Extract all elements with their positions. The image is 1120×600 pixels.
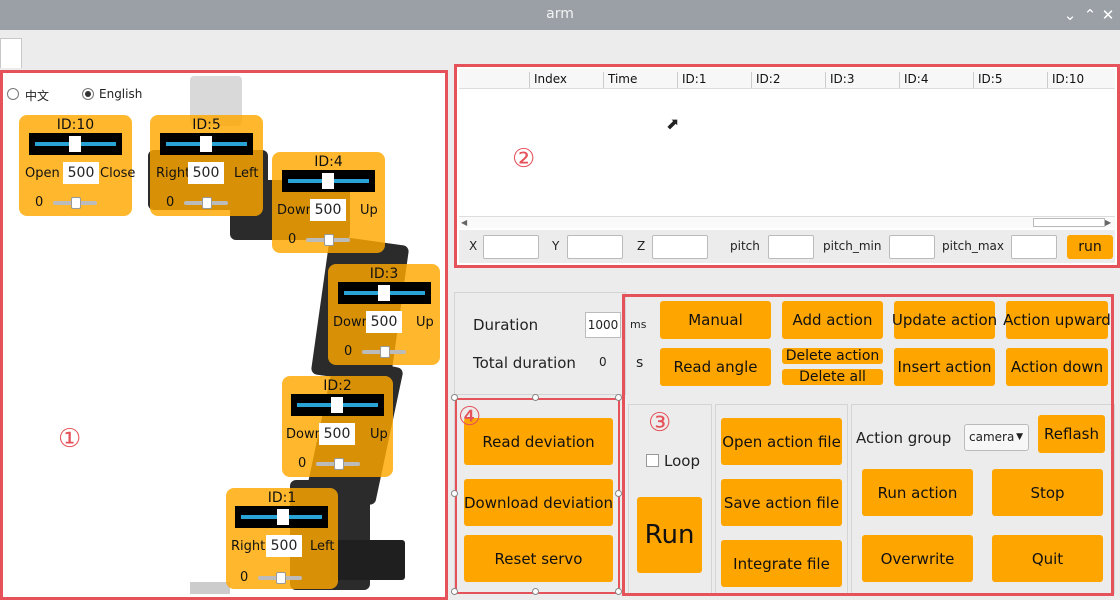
minimize-icon[interactable]: ⌄ [1060, 5, 1080, 25]
total-duration-value: 0 [599, 355, 607, 369]
title-bar: arm ⌄ ⌃ ✕ [0, 0, 1120, 30]
resize-handle[interactable] [451, 588, 458, 595]
resize-handle[interactable] [615, 490, 622, 497]
duration-panel [454, 292, 626, 395]
annotation-box-3 [622, 294, 1114, 596]
resize-handle[interactable] [615, 588, 622, 595]
resize-handle[interactable] [451, 490, 458, 497]
resize-handle[interactable] [532, 394, 539, 401]
annotation-box-2 [454, 64, 1120, 268]
annotation-box-4 [455, 398, 620, 594]
tab-main[interactable] [0, 38, 22, 68]
tab-strip [0, 30, 1120, 68]
duration-input[interactable]: 1000 [585, 312, 621, 338]
annotation-box-1 [0, 70, 448, 600]
resize-handle[interactable] [532, 588, 539, 595]
maximize-icon[interactable]: ⌃ [1080, 5, 1100, 25]
total-duration-label: Total duration [473, 354, 576, 372]
resize-handle[interactable] [451, 394, 458, 401]
close-icon[interactable]: ✕ [1098, 5, 1118, 25]
duration-label: Duration [473, 316, 539, 334]
window-title: arm [546, 6, 574, 22]
resize-handle[interactable] [615, 394, 622, 401]
